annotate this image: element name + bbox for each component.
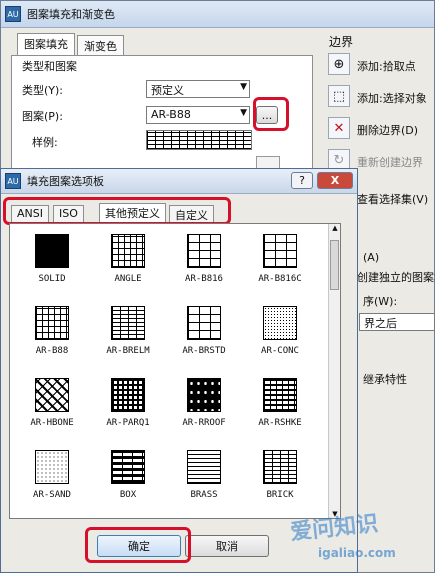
pattern-label: 图案(P): (22, 110, 63, 123)
scroll-up-icon[interactable]: ▲ (329, 224, 340, 232)
inherit-properties-label[interactable]: 继承特性 (363, 371, 407, 387)
side-text-independent[interactable]: 创建独立的图案填 (357, 269, 435, 285)
draw-order-value: 界之后 (364, 317, 397, 330)
select-objects-icon[interactable]: ⬚ (328, 85, 350, 107)
pattern-select[interactable]: AR-B88 ▼ (146, 106, 250, 124)
brick-pattern-icon (187, 306, 221, 340)
pattern-cell[interactable]: AR-BRELM (92, 306, 164, 356)
pattern-cell[interactable]: AR-SAND (16, 450, 88, 500)
pattern-grid: SOLID ANGLE AR-B816 AR-B816C AR-B88 AR-B… (9, 223, 341, 519)
add-pick-points-label[interactable]: 添加:拾取点 (357, 58, 416, 74)
pattern-cell[interactable]: AR-B816 (168, 234, 240, 284)
pattern-cell[interactable]: AR-B816C (244, 234, 316, 284)
side-text-order: 序(W): (363, 295, 398, 308)
help-icon: ? (299, 174, 305, 187)
watermark-site: igaliao.com (318, 546, 396, 560)
type-select[interactable]: 预定义 ▼ (146, 80, 250, 98)
close-button[interactable]: X (317, 172, 353, 189)
roof-pattern-icon (187, 378, 221, 412)
recreate-boundary-label: 重新创建边界 (357, 156, 423, 169)
pattern-cell[interactable]: BRICK (244, 450, 316, 500)
tab-hatch[interactable]: 图案填充 (17, 33, 75, 55)
autocad-app-icon: AU (5, 6, 21, 22)
boundary-title: 边界 (329, 35, 354, 49)
tab-gradient-label: 渐变色 (84, 40, 117, 53)
pattern-cell[interactable]: AR-RSHKE (244, 378, 316, 428)
chevron-down-icon: ▼ (240, 108, 247, 118)
side-text-a: (A) (363, 251, 380, 264)
pattern-cell[interactable]: AR-CONC (244, 306, 316, 356)
ok-highlight (85, 527, 191, 563)
tab-gradient[interactable]: 渐变色 (77, 35, 124, 55)
dialog-title: 填充图案选项板 (27, 175, 104, 188)
pattern-scrollbar[interactable]: ▲ ▼ (328, 224, 340, 518)
pattern-name: BOX (119, 490, 137, 500)
help-button[interactable]: ? (291, 172, 313, 189)
pattern-cell[interactable]: BRASS (168, 450, 240, 500)
pattern-cell[interactable]: AR-BRSTD (168, 306, 240, 356)
window-titlebar: AU 图案填充和渐变色 (1, 1, 434, 28)
pattern-name: BRICK (266, 490, 294, 500)
window-title: 图案填充和渐变色 (27, 8, 115, 21)
solid-pattern-icon (35, 234, 69, 268)
tabs-highlight (3, 197, 231, 225)
pattern-cell[interactable]: AR-RROOF (168, 378, 240, 428)
herringbone-pattern-icon (35, 378, 69, 412)
draw-order-select[interactable]: 界之后 (359, 313, 435, 331)
parquet-pattern-icon (111, 378, 145, 412)
close-icon: X (330, 174, 340, 187)
pattern-cell[interactable]: BOX (92, 450, 164, 500)
type-select-value: 预定义 (151, 84, 184, 97)
pattern-cell[interactable]: SOLID (16, 234, 88, 284)
sand-pattern-icon (35, 450, 69, 484)
pattern-cell[interactable]: AR-PARQ1 (92, 378, 164, 428)
pattern-name: BRASS (190, 490, 218, 500)
cancel-label: 取消 (216, 540, 238, 553)
pattern-cell[interactable]: AR-B88 (16, 306, 88, 356)
pattern-name: AR-PARQ1 (106, 418, 150, 428)
brass-pattern-icon (187, 450, 221, 484)
brick-pattern-icon (187, 234, 221, 268)
brick-pattern-icon (263, 450, 297, 484)
view-selection-label[interactable]: 查看选择集(V) (357, 191, 428, 207)
pattern-name: AR-CONC (261, 346, 299, 356)
pattern-name: AR-B816C (258, 274, 302, 284)
add-select-objects-label[interactable]: 添加:选择对象 (357, 90, 427, 106)
pattern-cell[interactable]: ANGLE (92, 234, 164, 284)
autocad-app-icon: AU (5, 173, 21, 189)
type-label: 类型(Y): (22, 84, 64, 97)
concrete-pattern-icon (263, 306, 297, 340)
remove-boundary-icon[interactable]: ✕ (328, 117, 350, 139)
pattern-name: AR-BRSTD (182, 346, 226, 356)
angle-pattern-icon (111, 234, 145, 268)
chevron-down-icon: ▼ (240, 82, 247, 92)
remove-boundary-label[interactable]: 删除边界(D) (357, 122, 418, 138)
group-title: 类型和图案 (22, 60, 77, 73)
box-pattern-icon (111, 450, 145, 484)
browse-highlight (253, 97, 289, 131)
sample-preview[interactable] (146, 130, 252, 150)
pattern-name: SOLID (38, 274, 66, 284)
pattern-name: ANGLE (114, 274, 142, 284)
brick-pattern-icon (35, 306, 69, 340)
shake-pattern-icon (263, 378, 297, 412)
pattern-name: AR-BRELM (106, 346, 150, 356)
pattern-name: AR-B88 (35, 346, 69, 356)
sample-label: 样例: (32, 136, 58, 149)
tab-hatch-label: 图案填充 (24, 38, 68, 51)
pattern-cell[interactable]: AR-HBONE (16, 378, 88, 428)
brick-pattern-icon (111, 306, 145, 340)
pattern-select-value: AR-B88 (151, 108, 191, 121)
pattern-name: AR-RROOF (182, 418, 226, 428)
pattern-name: AR-SAND (33, 490, 71, 500)
scroll-thumb[interactable] (330, 240, 339, 290)
pattern-name: AR-RSHKE (258, 418, 302, 428)
brick-pattern-icon (263, 234, 297, 268)
cancel-button[interactable]: 取消 (185, 535, 269, 557)
pattern-name: AR-HBONE (30, 418, 74, 428)
pick-points-icon[interactable]: ⊕ (328, 53, 350, 75)
pattern-name: AR-B816 (185, 274, 223, 284)
